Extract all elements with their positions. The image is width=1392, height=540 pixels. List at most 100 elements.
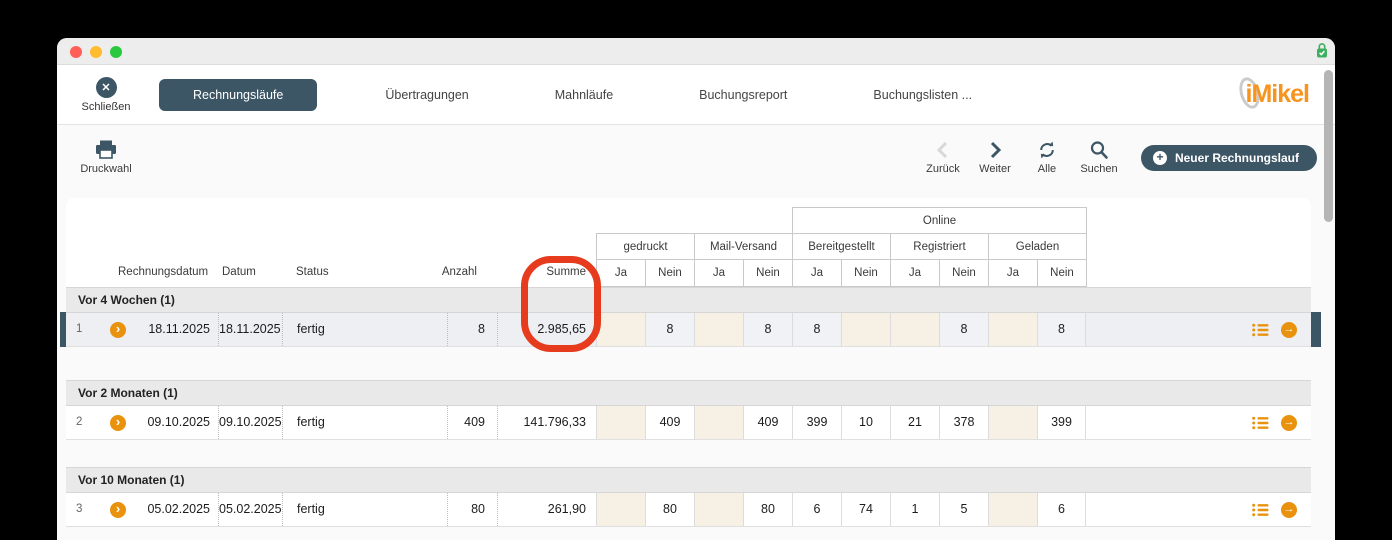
group-header-vor-2-monaten[interactable]: Vor 2 Monaten (1) <box>66 380 1311 406</box>
cell-geladen-ja <box>988 406 1037 439</box>
list-icon[interactable] <box>1252 323 1269 337</box>
tab-buchungsreport[interactable]: Buchungsreport <box>673 80 813 110</box>
cell-rechnungsdatum: 09.10.2025 <box>138 406 218 439</box>
col-datum: Datum <box>222 259 256 287</box>
suchen-label: Suchen <box>1080 163 1117 175</box>
cell-bereitgestellt-nein: 10 <box>841 406 890 439</box>
close-icon: ✕ <box>96 77 117 98</box>
cell-registriert-ja: 1 <box>890 493 939 526</box>
table-row[interactable]: 2 09.10.2025 09.10.2025 fertig 409 141.7… <box>66 406 1311 440</box>
alle-button[interactable]: Alle <box>1021 140 1073 175</box>
expand-cell[interactable] <box>98 493 138 526</box>
col-rechnungsdatum: Rechnungsdatum <box>118 259 208 287</box>
expand-arrow-icon[interactable] <box>110 322 126 338</box>
weiter-label: Weiter <box>979 163 1011 175</box>
group-header-vor-4-wochen[interactable]: Vor 4 Wochen (1) <box>66 287 1311 313</box>
druckwahl-button[interactable]: Druckwahl <box>75 140 137 175</box>
col-geladen-nein: Nein <box>1037 259 1087 287</box>
open-run-icon[interactable] <box>1281 322 1297 338</box>
group-header-vor-10-monaten[interactable]: Vor 10 Monaten (1) <box>66 467 1311 493</box>
zurueck-button[interactable]: Zurück <box>917 140 969 175</box>
cell-gedruckt-nein: 8 <box>645 313 694 346</box>
row-number: 3 <box>66 493 98 526</box>
col-bereitgestellt-ja: Ja <box>792 259 842 287</box>
tab-mahnlaeufe[interactable]: Mahnläufe <box>529 80 639 110</box>
table-row[interactable]: 3 05.02.2025 05.02.2025 fertig 80 261,90… <box>66 493 1311 527</box>
vertical-scrollbar-thumb[interactable] <box>1324 70 1333 222</box>
cell-summe: 261,90 <box>497 493 596 526</box>
cell-datum: 18.11.2025 <box>218 313 282 346</box>
close-module-label: Schließen <box>82 101 131 113</box>
row-actions <box>1086 493 1311 526</box>
col-registriert-nein: Nein <box>939 259 989 287</box>
col-group-gedruckt: gedruckt <box>596 233 695 260</box>
col-group-registriert: Registriert <box>890 233 989 260</box>
alle-label: Alle <box>1038 163 1056 175</box>
search-icon <box>1089 140 1109 160</box>
chevron-left-icon <box>934 140 952 160</box>
col-bereitgestellt-nein: Nein <box>841 259 891 287</box>
cell-anzahl: 409 <box>447 406 497 439</box>
tab-buchungslisten[interactable]: Buchungslisten ... <box>847 80 998 110</box>
row-number: 1 <box>66 313 98 346</box>
cell-bereitgestellt-ja: 8 <box>792 313 841 346</box>
zoom-window-button[interactable] <box>110 46 122 58</box>
row-number: 2 <box>66 406 98 439</box>
refresh-icon <box>1037 140 1057 160</box>
chevron-right-icon <box>986 140 1004 160</box>
close-module-button[interactable]: ✕ Schließen <box>75 77 137 113</box>
cell-bereitgestellt-ja: 399 <box>792 406 841 439</box>
title-bar <box>57 38 1335 65</box>
tab-rechnungslaeufe[interactable]: Rechnungsläufe <box>159 79 317 111</box>
cell-gedruckt-ja <box>596 493 645 526</box>
col-gedruckt-ja: Ja <box>596 259 646 287</box>
cell-gedruckt-nein: 409 <box>645 406 694 439</box>
cell-gedruckt-ja <box>596 313 645 346</box>
invoice-runs-table: Online gedruckt Mail-Versand Bereitgeste… <box>66 198 1311 527</box>
cell-rechnungsdatum: 18.11.2025 <box>138 313 218 346</box>
cell-registriert-nein: 378 <box>939 406 988 439</box>
lock-verified-icon <box>1315 42 1329 59</box>
cell-geladen-nein: 6 <box>1037 493 1086 526</box>
cell-geladen-ja <box>988 313 1037 346</box>
printer-icon <box>95 140 117 160</box>
col-mail-nein: Nein <box>743 259 793 287</box>
list-icon[interactable] <box>1252 416 1269 430</box>
expand-arrow-icon[interactable] <box>110 502 126 518</box>
neuer-rechnungslauf-button[interactable]: + Neuer Rechnungslauf <box>1141 145 1317 171</box>
col-summe: Summe <box>497 259 586 287</box>
table-row[interactable]: 1 18.11.2025 18.11.2025 fertig 8 2.985,6… <box>66 313 1311 347</box>
suchen-button[interactable]: Suchen <box>1073 140 1125 175</box>
open-run-icon[interactable] <box>1281 502 1297 518</box>
col-status: Status <box>296 259 329 287</box>
close-window-button[interactable] <box>70 46 82 58</box>
zurueck-label: Zurück <box>926 163 960 175</box>
open-run-icon[interactable] <box>1281 415 1297 431</box>
imikel-logo: iMikel <box>1238 80 1309 109</box>
col-anzahl: Anzahl <box>427 259 477 287</box>
tab-uebertragungen[interactable]: Übertragungen <box>359 80 494 110</box>
list-icon[interactable] <box>1252 503 1269 517</box>
neuer-rechnungslauf-label: Neuer Rechnungslauf <box>1175 151 1299 165</box>
cell-registriert-ja: 21 <box>890 406 939 439</box>
cell-registriert-nein: 8 <box>939 313 988 346</box>
col-group-online: Online <box>792 207 1087 234</box>
row-actions <box>1086 313 1311 346</box>
plus-circle-icon: + <box>1153 151 1167 165</box>
cell-bereitgestellt-nein: 74 <box>841 493 890 526</box>
expand-arrow-icon[interactable] <box>110 415 126 431</box>
cell-status: fertig <box>282 493 447 526</box>
cell-summe: 2.985,65 <box>497 313 596 346</box>
cell-geladen-nein: 399 <box>1037 406 1086 439</box>
cell-mail-ja <box>694 313 743 346</box>
cell-mail-nein: 409 <box>743 406 792 439</box>
expand-cell[interactable] <box>98 406 138 439</box>
app-window: ✕ Schließen Rechnungsläufe Übertragungen… <box>57 38 1335 540</box>
weiter-button[interactable]: Weiter <box>969 140 1021 175</box>
minimize-window-button[interactable] <box>90 46 102 58</box>
druckwahl-label: Druckwahl <box>80 163 131 175</box>
col-group-bereitgestellt: Bereitgestellt <box>792 233 891 260</box>
cell-mail-nein: 80 <box>743 493 792 526</box>
col-geladen-ja: Ja <box>988 259 1038 287</box>
expand-cell[interactable] <box>98 313 138 346</box>
